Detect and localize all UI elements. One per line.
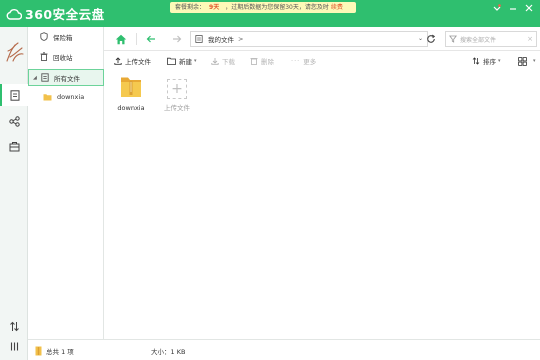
trash-icon	[40, 52, 48, 61]
upload-button[interactable]: 上传文件	[114, 55, 151, 67]
refresh-icon[interactable]	[424, 32, 438, 46]
notice-message: ，过期后数据为您保留30天，请您及时	[225, 4, 329, 11]
safe-icon	[40, 32, 48, 41]
renew-link[interactable]: 续费	[331, 4, 343, 11]
left-icon-strip	[0, 27, 28, 360]
folder-icon	[43, 94, 52, 101]
new-label: 新建	[179, 58, 192, 66]
sidebar-item-downxia[interactable]: downxia	[43, 90, 84, 104]
document-icon	[41, 73, 49, 82]
back-icon[interactable]	[144, 32, 158, 46]
chevron-down-icon: ▾	[533, 58, 536, 64]
status-bar: 总共 1 项 大小：1 KB	[28, 339, 540, 360]
search-input[interactable]: 搜索全部文件 ×	[445, 31, 537, 47]
item-count-text: 总共 1 项	[46, 348, 74, 356]
clear-search-icon[interactable]: ×	[527, 35, 533, 43]
file-toolbar: 上传文件 新建 ▾ 下载 删除 ··· 更多 排序 ▾ ▾	[104, 51, 540, 71]
close-icon[interactable]	[524, 3, 534, 13]
sort-label: 排序	[483, 58, 496, 66]
plan-notice: 套餐剩余： 9天 ，过期后数据为您保留30天，请您及时 续费	[170, 2, 356, 13]
sort-button[interactable]: 排序 ▾	[472, 55, 501, 67]
sidebar-item-safe[interactable]: 保险箱	[28, 28, 104, 45]
folder-icon	[35, 346, 42, 356]
address-bar: 我的文件 > ⌄ 搜索全部文件 ×	[104, 27, 540, 51]
menu-icon[interactable]	[5, 337, 23, 355]
breadcrumb-item[interactable]: 我的文件	[208, 34, 234, 44]
download-button[interactable]: 下载	[211, 55, 235, 67]
add-icon: +	[167, 79, 187, 99]
grid-view-icon	[518, 56, 527, 66]
download-label: 下载	[222, 58, 235, 66]
delete-button[interactable]: 删除	[250, 55, 274, 67]
cloud-logo-icon	[6, 8, 22, 20]
path-document-icon	[195, 35, 203, 43]
sidebar-item-label: 所有文件	[54, 74, 80, 83]
more-icon: ···	[291, 57, 301, 65]
chevron-right-icon: >	[238, 35, 244, 43]
folder-icon	[121, 77, 141, 97]
sidebar-item-recycle[interactable]: 回收站	[28, 48, 104, 65]
search-placeholder: 搜索全部文件	[460, 36, 497, 44]
forward-icon[interactable]	[170, 32, 184, 46]
tree-expand-icon[interactable]: ◢	[33, 75, 37, 81]
upload-label: 上传文件	[125, 58, 151, 66]
sort-icon	[472, 57, 480, 65]
app-logo: 360安全云盘	[6, 4, 105, 23]
home-icon[interactable]	[114, 32, 128, 46]
chevron-down-icon[interactable]: ⌄	[418, 35, 423, 42]
path-breadcrumb[interactable]: 我的文件 > ⌄	[190, 31, 428, 47]
chevron-down-icon: ▾	[498, 58, 501, 64]
transfer-icon[interactable]	[5, 317, 23, 335]
minimize-icon[interactable]	[508, 3, 518, 13]
item-count: 总共 1 项	[35, 346, 74, 356]
folder-nav-pane: 保险箱 回收站 ◢ 所有文件 downxia	[28, 27, 104, 339]
selection-size: 大小：1 KB	[151, 346, 185, 356]
view-mode-button[interactable]: ▾	[518, 55, 536, 67]
new-folder-icon	[167, 57, 176, 65]
chevron-down-icon: ▾	[194, 58, 197, 64]
notice-days: 9天	[209, 4, 220, 11]
files-nav-icon[interactable]	[0, 84, 28, 106]
delete-label: 删除	[261, 58, 274, 66]
file-grid: downxia + 上传文件	[104, 71, 540, 339]
share-nav-icon[interactable]	[5, 112, 23, 130]
app-title: 360安全云盘	[25, 7, 105, 22]
sidebar-item-label: downxia	[57, 93, 85, 101]
title-bar: 360安全云盘 套餐剩余： 9天 ，过期后数据为您保留30天，请您及时 续费	[0, 0, 540, 27]
sidebar-item-label: 保险箱	[53, 33, 73, 42]
new-button[interactable]: 新建 ▾	[167, 55, 197, 67]
file-name: downxia	[117, 104, 145, 112]
download-icon	[211, 58, 219, 65]
toolbox-nav-icon[interactable]	[5, 137, 23, 155]
sidebar-item-label: 回收站	[53, 53, 73, 62]
divider	[136, 33, 137, 45]
avatar[interactable]	[4, 39, 25, 64]
filter-icon	[449, 35, 457, 43]
upload-tile[interactable]: + 上传文件	[162, 79, 192, 112]
delete-icon	[250, 58, 258, 65]
size-text: 大小：1 KB	[151, 348, 186, 356]
notice-prefix: 套餐剩余：	[175, 4, 206, 11]
sidebar-item-all-files[interactable]: ◢ 所有文件	[28, 69, 104, 86]
menu-dropdown-icon[interactable]	[492, 3, 502, 13]
upload-tile-label: 上传文件	[164, 104, 190, 112]
more-label: 更多	[303, 58, 317, 66]
more-button[interactable]: ··· 更多	[291, 55, 316, 67]
file-item-folder[interactable]: downxia	[113, 75, 149, 112]
upload-icon	[114, 57, 122, 65]
